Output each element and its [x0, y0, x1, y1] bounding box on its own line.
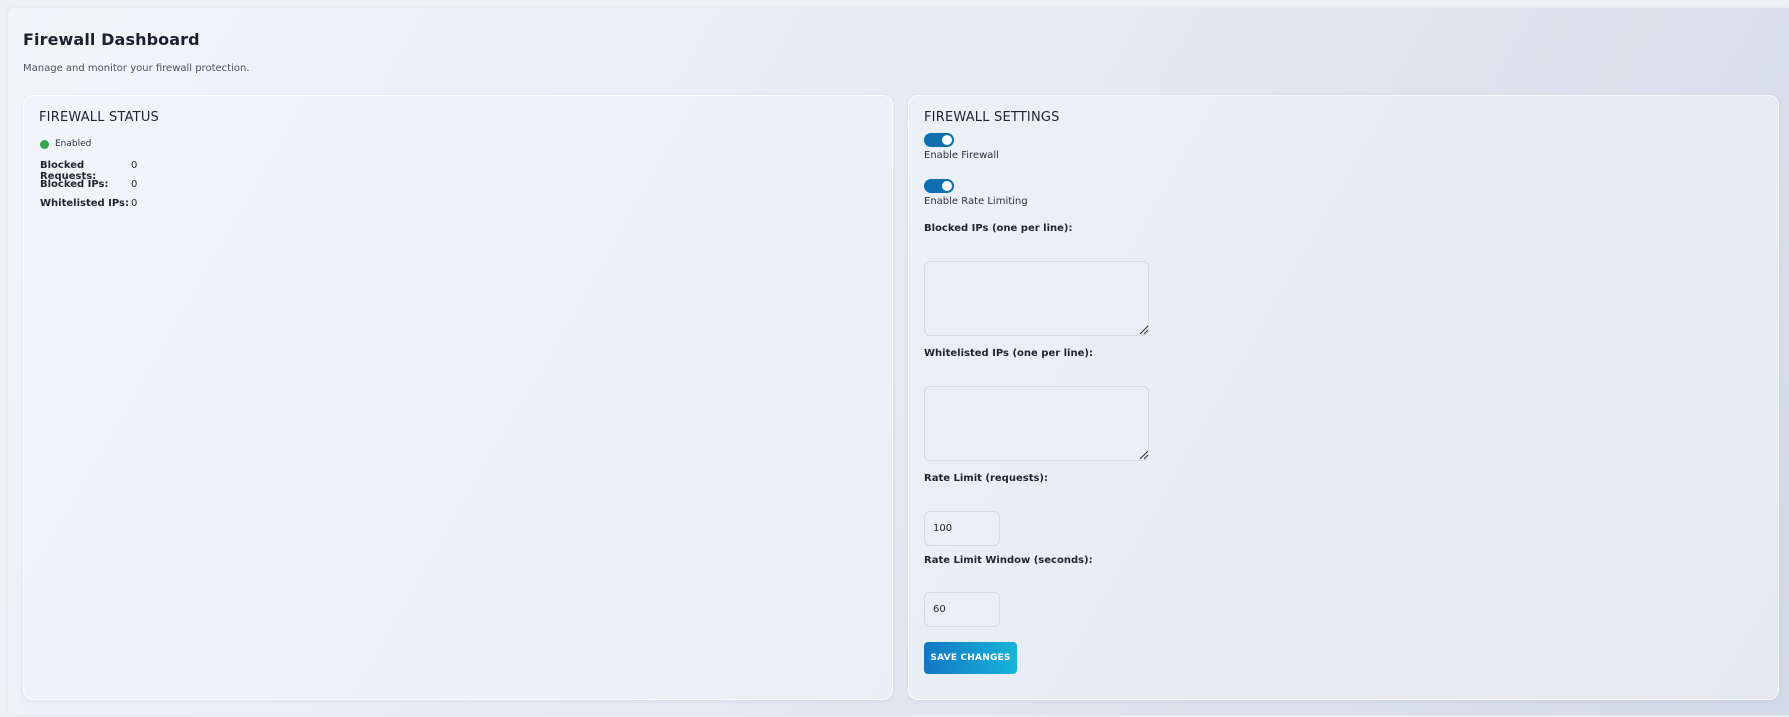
page-title: Firewall Dashboard [23, 30, 200, 49]
status-text: Enabled [55, 139, 92, 149]
dashboard-page: Firewall Dashboard Manage and monitor yo… [8, 8, 1789, 715]
whitelisted-ips-label: Whitelisted IPs (one per line): [924, 348, 1093, 359]
enable-rate-limiting-label: Enable Rate Limiting [924, 196, 1028, 207]
whitelisted-ips-textarea[interactable] [924, 386, 1149, 461]
stat-value: 0 [131, 179, 138, 190]
firewall-status-indicator: Enabled [40, 139, 91, 149]
stat-whitelisted-ips: Whitelisted IPs: 0 [40, 198, 137, 209]
status-dot-icon [40, 139, 49, 149]
stat-label: Blocked IPs: [40, 179, 109, 190]
save-changes-button[interactable]: SAVE CHANGES [924, 642, 1017, 674]
enable-firewall-toggle[interactable] [924, 133, 954, 147]
settings-card-title: FIREWALL SETTINGS [924, 110, 1060, 125]
resize-handle-icon[interactable] [1139, 450, 1149, 460]
rate-limit-window-label: Rate Limit Window (seconds): [924, 555, 1093, 566]
enable-rate-limiting-toggle[interactable] [924, 179, 954, 193]
stat-value: 0 [131, 198, 138, 209]
firewall-settings-card: FIREWALL SETTINGS Enable Firewall Enable… [908, 95, 1779, 700]
rate-limit-label: Rate Limit (requests): [924, 473, 1048, 484]
status-card-title: FIREWALL STATUS [39, 110, 159, 125]
firewall-status-card: FIREWALL STATUS Enabled Blocked Requests… [23, 95, 893, 700]
toggle-knob [942, 135, 952, 145]
stat-label: Whitelisted IPs: [40, 198, 129, 209]
resize-handle-icon[interactable] [1139, 325, 1149, 335]
page-header: Firewall Dashboard Manage and monitor yo… [23, 30, 250, 74]
blocked-ips-label: Blocked IPs (one per line): [924, 223, 1073, 234]
toggle-knob [942, 181, 952, 191]
enable-firewall-label: Enable Firewall [924, 150, 999, 161]
stat-blocked-ips: Blocked IPs: 0 [40, 179, 137, 190]
blocked-ips-textarea[interactable] [924, 261, 1149, 336]
rate-limit-window-input[interactable]: 60 [924, 592, 1000, 627]
rate-limit-input[interactable]: 100 [924, 511, 1000, 546]
page-subtitle: Manage and monitor your firewall protect… [23, 63, 250, 74]
